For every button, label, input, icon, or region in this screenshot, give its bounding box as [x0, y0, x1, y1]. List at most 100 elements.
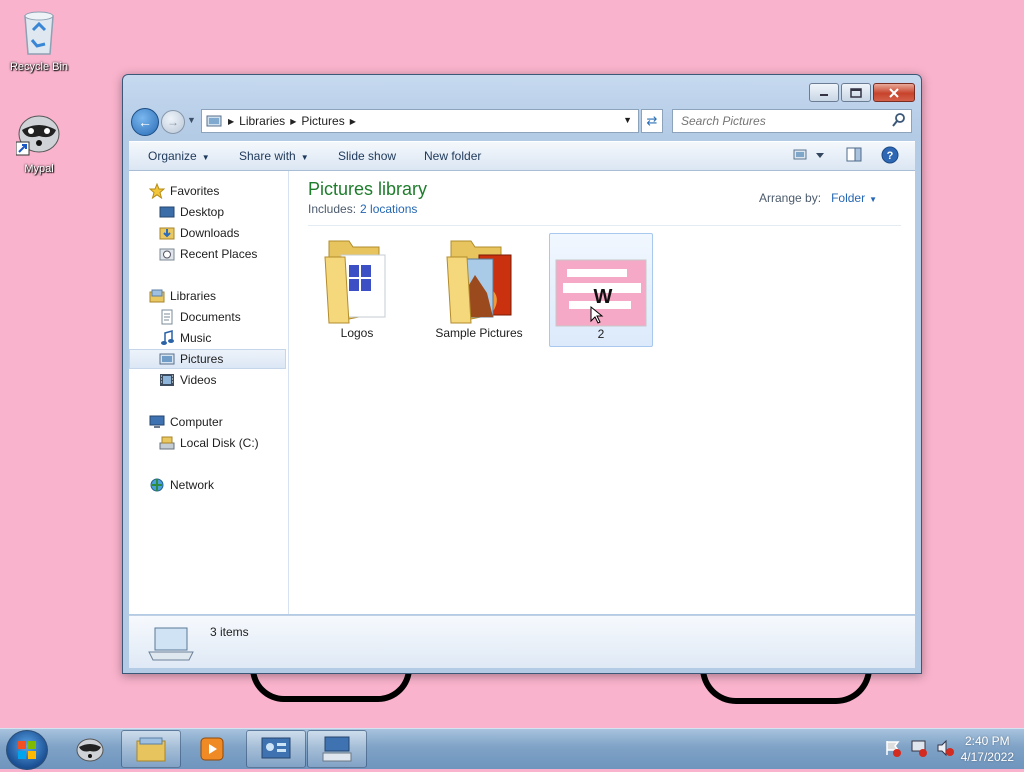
nav-item-pictures[interactable]: Pictures — [129, 349, 286, 369]
nav-libraries-label: Libraries — [170, 289, 217, 303]
locations-link[interactable]: 2 locations — [360, 202, 417, 216]
library-icon — [206, 115, 222, 127]
address-bar[interactable]: ▶ Libraries ▶ Pictures ▶ ▼ — [201, 109, 639, 133]
nav-item-documents[interactable]: Documents — [129, 307, 316, 327]
nav-item-label: Local Disk (C:) — [180, 436, 259, 450]
breadcrumb-separator-icon[interactable]: ▶ — [290, 117, 296, 126]
taskbar-on-screen-keyboard[interactable] — [307, 730, 367, 768]
computer-icon — [149, 414, 165, 430]
search-box[interactable] — [672, 109, 912, 133]
search-icon — [892, 113, 905, 127]
chevron-down-icon: ▼ — [300, 153, 309, 162]
nav-item-downloads[interactable]: Downloads — [129, 223, 316, 243]
breadcrumb-pictures[interactable]: Pictures — [301, 114, 344, 128]
help-icon: ? — [881, 146, 899, 164]
star-icon — [149, 183, 165, 199]
file-item-name: Logos — [340, 326, 374, 340]
music-icon — [159, 330, 175, 346]
clock-time: 2:40 PM — [964, 734, 1010, 748]
file-item-image-2[interactable]: W 2 — [549, 233, 653, 347]
file-item-logos[interactable]: Logos — [305, 233, 409, 347]
help-button[interactable]: ? — [881, 146, 899, 167]
breadcrumb-separator-icon[interactable]: ▶ — [228, 117, 234, 126]
nav-item-local-disk[interactable]: Local Disk (C:) — [129, 433, 316, 453]
desktop-icon-recycle-bin[interactable]: Recycle Bin — [4, 6, 74, 73]
close-button[interactable] — [873, 83, 915, 102]
nav-item-label: Documents — [180, 310, 241, 324]
taskbar-media-player[interactable] — [182, 730, 242, 768]
organize-label: Organize — [148, 149, 197, 163]
file-item-name: Sample Pictures — [435, 326, 523, 340]
address-history-dropdown[interactable]: ▼ — [623, 115, 632, 125]
nav-computer[interactable]: Computer — [129, 412, 306, 432]
folder-icon — [324, 240, 386, 324]
minimize-button[interactable] — [809, 83, 839, 102]
forward-button[interactable]: → — [161, 110, 185, 134]
desktop-icon-label: Mypal — [24, 163, 54, 175]
nav-network-label: Network — [170, 478, 215, 492]
minimize-icon — [820, 93, 828, 96]
maximize-icon — [850, 87, 862, 98]
start-button[interactable] — [6, 730, 48, 770]
recycle-bin-icon — [24, 11, 54, 55]
nav-favorites[interactable]: Favorites — [129, 181, 306, 201]
divider — [308, 225, 901, 226]
desktop-icon-mypal[interactable]: Mypal — [4, 110, 74, 175]
nav-item-desktop[interactable]: Desktop — [129, 202, 316, 222]
item-count: 3 items — [210, 625, 249, 639]
taskbar-explorer[interactable] — [121, 730, 181, 768]
nav-computer-label: Computer — [170, 415, 223, 429]
file-item-sample-pictures[interactable]: Sample Pictures — [427, 233, 531, 347]
nav-item-label: Music — [180, 331, 212, 345]
nav-item-label: Downloads — [180, 226, 240, 240]
desktop-icon-label: Recycle Bin — [9, 61, 69, 73]
preview-pane-button[interactable] — [845, 146, 863, 167]
nav-item-recent-places[interactable]: Recent Places — [129, 244, 316, 264]
chevron-down-icon[interactable]: ▼ — [869, 195, 877, 204]
nav-item-label: Desktop — [180, 205, 225, 219]
taskbar-mypal[interactable] — [60, 730, 120, 768]
maximize-button[interactable] — [841, 83, 871, 102]
arrange-by-dropdown[interactable]: Folder — [831, 191, 865, 205]
nav-item-label: Recent Places — [180, 247, 258, 261]
forward-arrow-icon: → — [167, 115, 179, 129]
close-icon — [889, 87, 899, 98]
slide-show-button[interactable]: Slide show — [338, 149, 396, 163]
preview-pane-icon — [846, 147, 862, 162]
libraries-icon — [149, 288, 165, 304]
organize-menu[interactable]: Organize ▼ — [148, 149, 210, 163]
media-player-icon — [200, 737, 224, 761]
details-pane: 3 items — [129, 615, 915, 668]
share-with-menu[interactable]: Share with ▼ — [239, 149, 309, 163]
image-thumbnail-icon: W — [555, 259, 647, 327]
volume-muted-icon[interactable] — [936, 739, 954, 757]
clock-date: 4/17/2022 — [960, 750, 1014, 764]
raccoon-icon — [15, 115, 60, 156]
new-folder-button[interactable]: New folder — [424, 149, 481, 163]
nav-item-music[interactable]: Music — [129, 328, 316, 348]
videos-icon — [159, 372, 175, 388]
nav-network[interactable]: Network — [129, 475, 306, 495]
breadcrumb-separator-icon[interactable]: ▶ — [350, 117, 356, 126]
nav-libraries[interactable]: Libraries — [129, 286, 306, 306]
refresh-button[interactable]: ⇄ — [641, 109, 663, 133]
network-status-icon[interactable] — [910, 739, 928, 757]
search-input[interactable] — [679, 110, 883, 132]
address-row: ← → ▼ ▶ Libraries ▶ Pictures ▶ ▼ ⇄ — [131, 108, 913, 136]
nav-favorites-label: Favorites — [170, 184, 220, 198]
action-center-icon[interactable] — [884, 739, 902, 757]
taskbar-control-panel[interactable] — [246, 730, 306, 768]
recent-pages-dropdown[interactable]: ▼ — [187, 115, 196, 125]
documents-icon — [159, 309, 175, 325]
nav-item-videos[interactable]: Videos — [129, 370, 316, 390]
back-button[interactable]: ← — [131, 108, 159, 136]
network-icon — [149, 477, 165, 493]
taskbar-clock[interactable]: 2:40 PM 4/17/2022 — [961, 733, 1014, 765]
folder-icon — [446, 240, 512, 324]
breadcrumb-libraries[interactable]: Libraries — [239, 114, 285, 128]
change-view-button[interactable] — [792, 146, 826, 167]
view-icon — [793, 149, 824, 160]
recent-places-icon — [159, 246, 175, 262]
library-includes: Includes: 2 locations — [308, 202, 417, 216]
downloads-icon — [159, 225, 175, 241]
